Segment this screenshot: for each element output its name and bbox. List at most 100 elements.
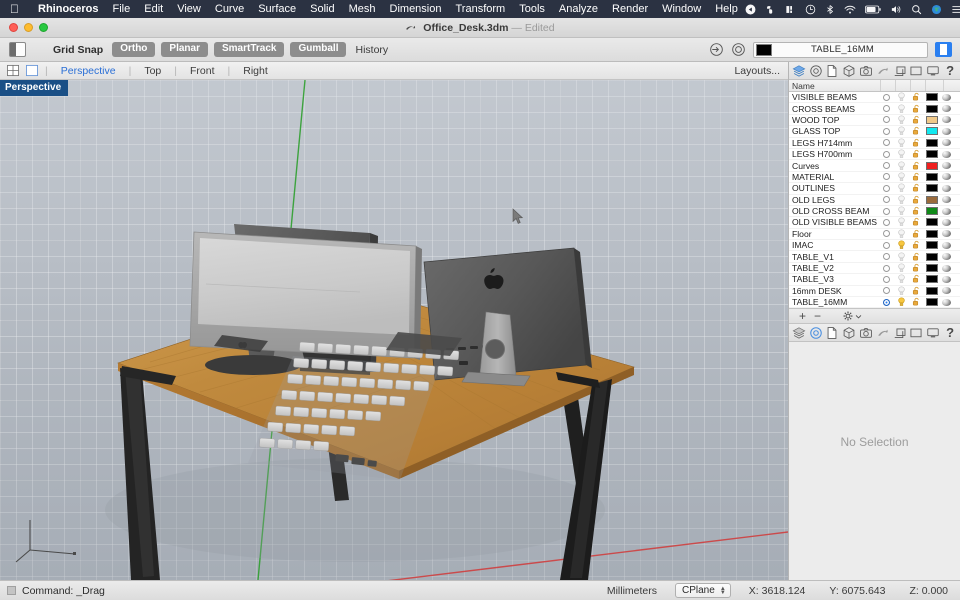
menu-item-analyze[interactable]: Analyze: [552, 3, 605, 15]
color-swatch-icon[interactable]: [925, 161, 938, 170]
layer-material-swatch[interactable]: [939, 207, 954, 215]
material-sphere-icon[interactable]: [942, 196, 951, 204]
layer-current-toggle[interactable]: [879, 116, 894, 124]
layer-color-swatch[interactable]: [924, 93, 939, 102]
layer-row[interactable]: TABLE_V2: [789, 263, 960, 275]
history-toggle[interactable]: History: [352, 44, 391, 56]
color-swatch-icon[interactable]: [925, 298, 938, 307]
layer-visibility-toggle[interactable]: [894, 206, 909, 216]
layer-lock-toggle[interactable]: [909, 297, 924, 307]
render-icon[interactable]: [875, 63, 891, 79]
radio-button-icon[interactable]: [883, 264, 890, 272]
layer-row[interactable]: OUTLINES: [789, 183, 960, 195]
menu-item-rhinoceros[interactable]: Rhinoceros: [31, 3, 106, 15]
minimize-window-button[interactable]: [24, 23, 33, 32]
globe-icon[interactable]: [931, 4, 942, 15]
layer-color-swatch[interactable]: [924, 195, 939, 204]
volume-icon[interactable]: [890, 4, 902, 15]
color-swatch-icon[interactable]: [925, 93, 938, 102]
layer-lock-toggle[interactable]: [909, 115, 924, 125]
layer-color-swatch[interactable]: [924, 229, 939, 238]
target-layer-icon[interactable]: [731, 42, 746, 57]
layer-lock-toggle[interactable]: [909, 229, 924, 239]
layer-color-swatch[interactable]: [924, 184, 939, 193]
lightbulb-icon[interactable]: [897, 286, 906, 296]
layer-visibility-toggle[interactable]: [894, 104, 909, 114]
lightbulb-icon[interactable]: [897, 149, 906, 159]
padlock-open-icon[interactable]: [912, 252, 921, 262]
menu-item-help[interactable]: Help: [708, 3, 745, 15]
material-sphere-icon[interactable]: [942, 218, 951, 226]
menu-item-solid[interactable]: Solid: [303, 3, 341, 15]
layer-row[interactable]: TABLE_V1: [789, 251, 960, 263]
layer-row[interactable]: CROSS BEAMS: [789, 103, 960, 115]
layer-row[interactable]: OLD CROSS BEAM: [789, 206, 960, 218]
padlock-open-icon[interactable]: [912, 286, 921, 296]
material-sphere-icon[interactable]: [942, 127, 951, 135]
layer-row[interactable]: GLASS TOP: [789, 126, 960, 138]
statusbar-cplane-select[interactable]: CPlane ▲ ▼: [675, 583, 731, 598]
layer-visibility-toggle[interactable]: [894, 274, 909, 284]
menu-item-window[interactable]: Window: [655, 3, 708, 15]
layer-current-toggle[interactable]: [879, 196, 894, 204]
chevron-down-icon[interactable]: [855, 313, 862, 320]
material-sphere-icon[interactable]: [942, 230, 951, 238]
layer-color-swatch[interactable]: [924, 172, 939, 181]
current-layer-color-swatch[interactable]: [756, 43, 772, 56]
object-icon-2[interactable]: [841, 325, 857, 341]
lightbulb-icon[interactable]: [897, 115, 906, 125]
material-sphere-icon[interactable]: [942, 162, 951, 170]
page-icon-2[interactable]: [825, 325, 841, 341]
layer-lock-toggle[interactable]: [909, 240, 924, 250]
color-swatch-icon[interactable]: [925, 286, 938, 295]
padlock-open-icon[interactable]: [912, 172, 921, 182]
layer-row[interactable]: Curves: [789, 160, 960, 172]
layer-options-menu[interactable]: [843, 311, 862, 321]
layer-row[interactable]: 16mm DESK: [789, 286, 960, 298]
layer-current-toggle[interactable]: [879, 162, 894, 170]
layer-lock-toggle[interactable]: [909, 286, 924, 296]
layer-color-swatch[interactable]: [924, 275, 939, 284]
radio-button-icon[interactable]: [883, 287, 890, 295]
layer-color-swatch[interactable]: [924, 138, 939, 147]
layer-row[interactable]: OLD VISIBLE BEAMS: [789, 217, 960, 229]
radio-button-icon[interactable]: [883, 150, 890, 158]
grid-snap-toggle[interactable]: Grid Snap: [50, 44, 106, 56]
apple-logo-icon[interactable]: : [10, 3, 19, 15]
planar-toggle[interactable]: Planar: [161, 42, 208, 57]
padlock-open-icon[interactable]: [912, 183, 921, 193]
layouts-button[interactable]: Layouts...: [734, 65, 788, 77]
properties-icon-2[interactable]: [808, 325, 824, 341]
lightbulb-icon[interactable]: [897, 126, 906, 136]
lightbulb-icon[interactable]: [897, 229, 906, 239]
display-icon-2[interactable]: [892, 325, 908, 341]
layer-lock-toggle[interactable]: [909, 138, 924, 148]
wifi-icon[interactable]: [844, 4, 856, 15]
layer-material-swatch[interactable]: [939, 173, 954, 181]
radio-button-icon[interactable]: [883, 162, 890, 170]
lightbulb-icon[interactable]: [897, 274, 906, 284]
padlock-open-icon[interactable]: [912, 240, 921, 250]
command-history-icon[interactable]: [7, 586, 16, 595]
menu-item-tools[interactable]: Tools: [512, 3, 552, 15]
layer-visibility-toggle[interactable]: [894, 195, 909, 205]
menu-item-render[interactable]: Render: [605, 3, 655, 15]
ortho-toggle[interactable]: Ortho: [112, 42, 156, 57]
layer-color-swatch[interactable]: [924, 127, 939, 136]
dropbox-icon[interactable]: [785, 4, 796, 15]
layer-current-toggle[interactable]: [879, 253, 894, 261]
lightbulb-icon[interactable]: [897, 252, 906, 262]
layer-lock-toggle[interactable]: [909, 263, 924, 273]
layer-current-toggle[interactable]: [879, 173, 894, 181]
layer-visibility-toggle[interactable]: [894, 263, 909, 273]
material-sphere-icon[interactable]: [942, 150, 951, 158]
layer-row[interactable]: LEGS H714mm: [789, 138, 960, 149]
maximize-window-button[interactable]: [39, 23, 48, 32]
perspective-viewport[interactable]: Perspective: [0, 80, 788, 580]
padlock-open-icon[interactable]: [912, 217, 921, 227]
properties-icon[interactable]: [808, 63, 824, 79]
radio-button-icon[interactable]: [883, 298, 890, 306]
color-swatch-icon[interactable]: [925, 104, 938, 113]
time-machine-icon[interactable]: [805, 4, 816, 15]
layer-material-swatch[interactable]: [939, 275, 954, 283]
